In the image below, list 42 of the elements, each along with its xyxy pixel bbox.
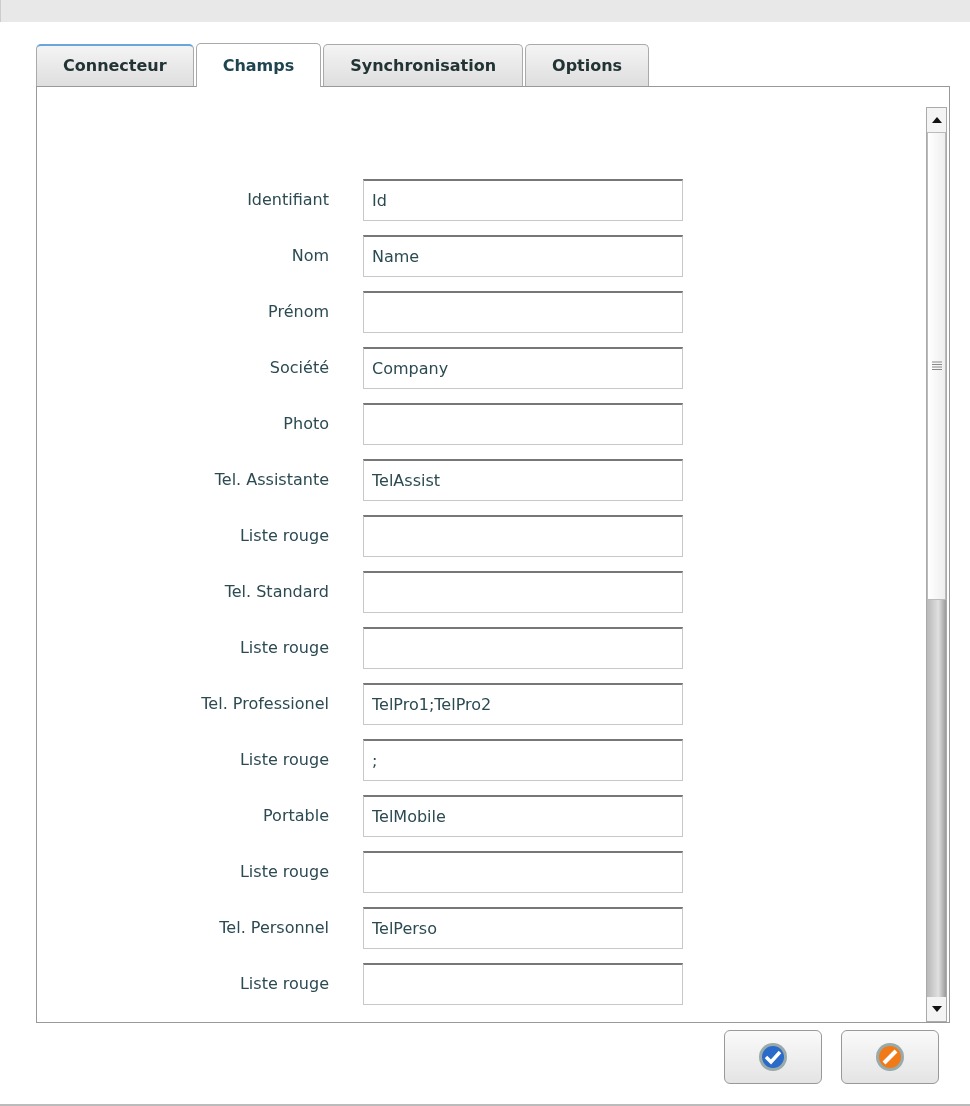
field-label: Photo [282, 413, 330, 435]
input-field[interactable]: TelAssist [363, 459, 683, 501]
input-field[interactable]: Name [363, 235, 683, 277]
field-label: Tel. Standard [223, 581, 330, 603]
input-field[interactable]: Company [363, 347, 683, 389]
field-label: Liste rouge [238, 861, 330, 883]
grip-icon [931, 361, 942, 371]
input-field[interactable]: ; [363, 739, 683, 781]
scroll-up-icon[interactable] [931, 117, 942, 123]
input-field[interactable]: TelMobile [363, 795, 683, 837]
field-label: Liste rouge [238, 973, 330, 995]
field-label: Tel. Professionel [200, 693, 330, 715]
input-field[interactable]: Id [363, 179, 683, 221]
scrollbar[interactable] [926, 107, 947, 1022]
field-label: Liste rouge [238, 525, 330, 547]
tab[interactable]: Champs [195, 43, 322, 87]
field-label: Prénom [267, 301, 330, 323]
tab[interactable]: Options [525, 44, 650, 86]
cancel-icon [875, 1042, 905, 1072]
tab[interactable]: Synchronisation [323, 44, 524, 86]
input-field[interactable] [363, 291, 683, 333]
input-field[interactable] [363, 515, 683, 557]
confirm-button[interactable] [724, 1030, 822, 1084]
scroll-down-icon[interactable] [931, 1006, 942, 1012]
input-field[interactable] [363, 627, 683, 669]
field-label: Liste rouge [238, 637, 330, 659]
input-field[interactable]: TelPro1;TelPro2 [363, 683, 683, 725]
input-field[interactable] [363, 403, 683, 445]
cancel-button[interactable] [841, 1030, 939, 1084]
input-field[interactable] [363, 851, 683, 893]
field-label: Portable [262, 805, 330, 827]
input-field[interactable] [363, 963, 683, 1005]
field-label: Tel. Personnel [218, 917, 330, 939]
input-field[interactable] [363, 571, 683, 613]
input-field[interactable]: TelPerso [363, 907, 683, 949]
field-label: Liste rouge [238, 749, 330, 771]
tab[interactable]: Connecteur [36, 44, 194, 86]
field-label: Société [268, 357, 330, 379]
field-label: Identifiant [246, 189, 330, 211]
field-label: Nom [290, 245, 330, 267]
checkmark-icon [758, 1042, 788, 1072]
field-label: Tel. Assistante [213, 469, 330, 491]
